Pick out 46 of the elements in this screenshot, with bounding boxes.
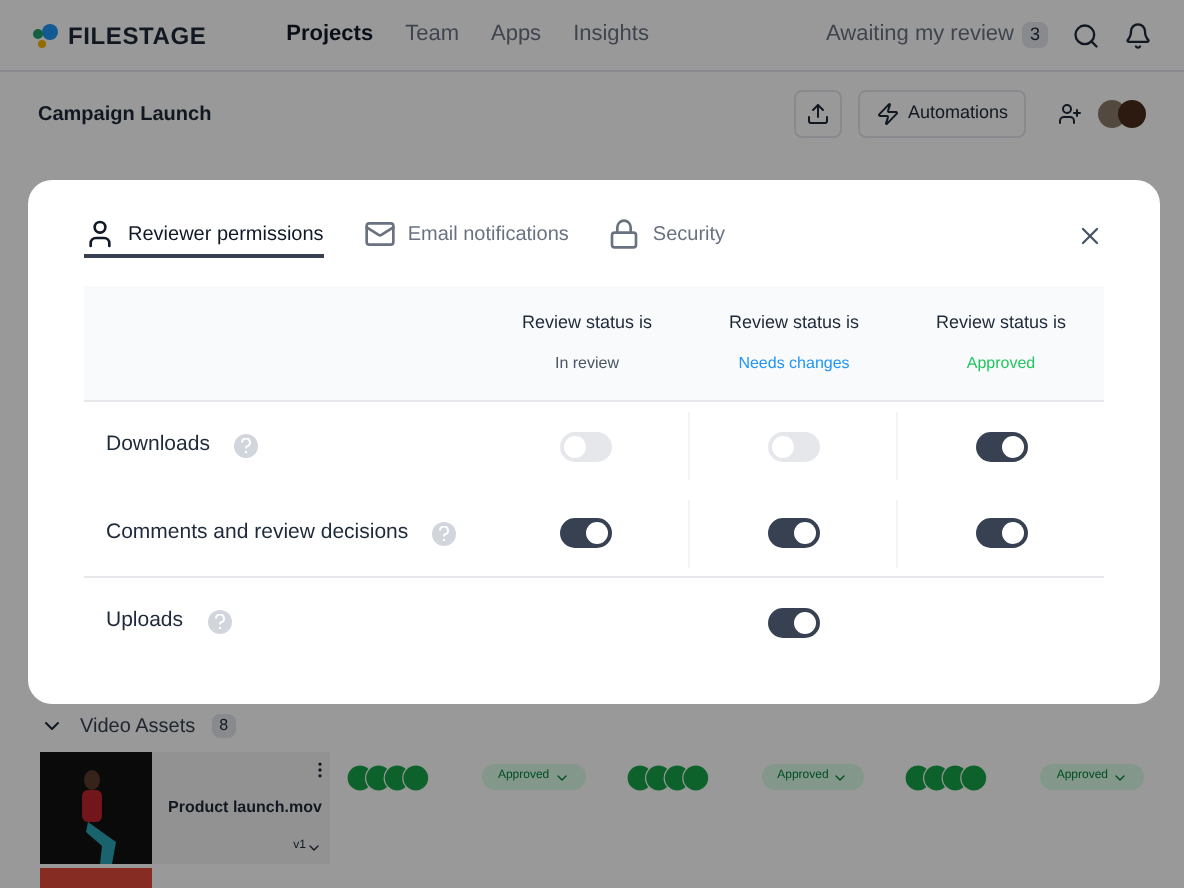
project-title: Campaign Launch <box>38 101 212 129</box>
permission-label: Uploads <box>106 606 184 637</box>
avatar <box>1118 100 1146 128</box>
toggle-switch[interactable] <box>975 431 1027 461</box>
asset-name: Product launch.mov <box>168 796 322 820</box>
column-heading: Review status is <box>521 310 653 337</box>
permission-label: Comments and review decisions <box>106 517 409 548</box>
status-label: In review <box>554 351 619 376</box>
nav-link[interactable]: Insights <box>573 18 649 52</box>
reviewer-avatars-drawing <box>904 764 989 792</box>
permission-label: Downloads <box>106 430 210 461</box>
toggle-switch[interactable] <box>767 431 819 461</box>
toggle-switch[interactable] <box>767 518 819 548</box>
toggle-switch[interactable] <box>560 431 612 461</box>
reviewer-avatars-drawing <box>345 764 430 792</box>
nav-link[interactable]: Apps <box>490 18 542 52</box>
toggle-switch[interactable] <box>768 607 820 637</box>
automations-button[interactable]: Automations <box>857 90 1026 138</box>
section-title: Video Assets <box>80 713 196 741</box>
mail-icon <box>363 218 396 250</box>
dialog-tab[interactable]: Reviewer permissions <box>84 214 324 258</box>
logo-icon <box>32 21 60 49</box>
status-label: Approved <box>966 351 1036 376</box>
user-icon <box>84 218 116 250</box>
column-heading: Review status is <box>935 310 1067 337</box>
upload-button[interactable] <box>793 90 842 138</box>
status-label: Needs changes <box>738 351 850 376</box>
column-heading: Review status is <box>728 310 860 337</box>
lock-icon <box>608 218 641 250</box>
logo-text: FILESTAGE <box>68 19 207 53</box>
dialog-tab[interactable]: Security <box>608 214 726 258</box>
notification-icon[interactable] <box>1124 21 1152 49</box>
nav-link[interactable]: Projects <box>286 18 374 52</box>
reviewer-avatars-drawing <box>625 764 710 792</box>
lightning-icon <box>875 102 900 126</box>
toggle-switch[interactable] <box>975 518 1027 548</box>
count-badge: 3 <box>1021 21 1048 49</box>
toggle-switch[interactable] <box>560 518 612 548</box>
dialog-tab[interactable]: Email notifications <box>363 214 569 258</box>
add-user-icon[interactable] <box>1058 102 1082 126</box>
count-badge: 8 <box>211 714 237 738</box>
nav-link[interactable]: Team <box>405 18 459 52</box>
awaiting-review-link[interactable]: Awaiting my review <box>826 18 1014 52</box>
search-icon[interactable] <box>1072 21 1100 49</box>
upload-icon <box>805 102 830 126</box>
close-button[interactable] <box>1076 222 1104 250</box>
